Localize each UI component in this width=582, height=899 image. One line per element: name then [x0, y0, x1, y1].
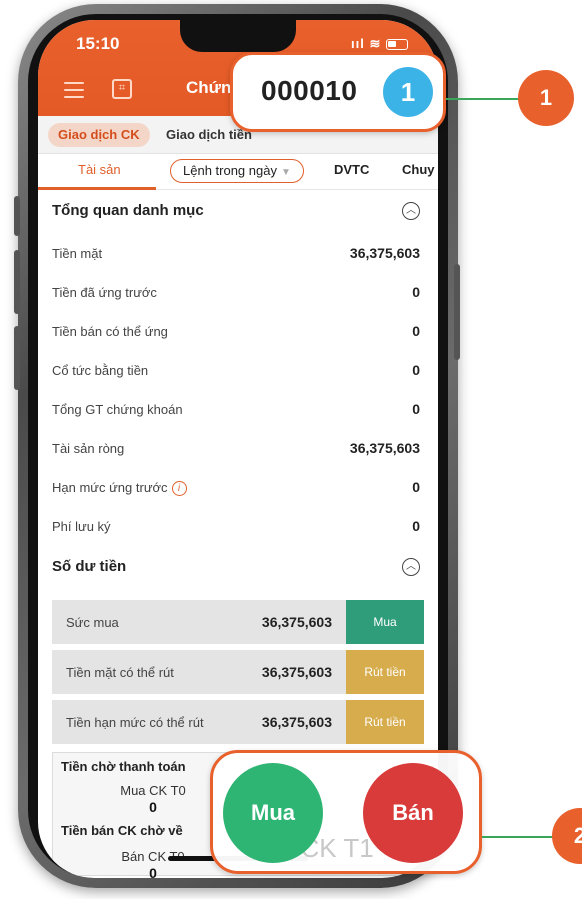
notch [180, 20, 296, 52]
row-label: Cổ tức bằng tiền [52, 363, 149, 378]
row-value: 36,375,603 [349, 245, 420, 261]
cash-row-label: Tiền hạn mức có thể rút [66, 715, 204, 730]
phone-side-button [14, 326, 20, 390]
info-icon[interactable]: i [171, 481, 187, 497]
row-value: 0 [412, 479, 420, 495]
portfolio-row: Hạn mức ứng trước i 0 [52, 468, 424, 507]
portfolio-row: Tài sản ròng 36,375,603 [52, 429, 424, 468]
row-label: Tài sản ròng [52, 441, 125, 456]
portfolio-row: Tiền đã ứng trước 0 [52, 273, 424, 312]
row-value: 0 [412, 401, 420, 417]
phone-side-button [454, 264, 460, 360]
portfolio-title: Tổng quan danh mục [52, 202, 204, 219]
float-sell-button[interactable]: Bán [363, 763, 463, 863]
callout-connector [482, 836, 562, 838]
portfolio-row: Tổng GT chứng khoán 0 [52, 390, 424, 429]
cash-row: Tiền hạn mức có thể rút 36,375,603 Rút t… [52, 700, 424, 744]
portfolio-row: Tiền mặt 36,375,603 [52, 234, 424, 273]
order-count-badge[interactable]: 1 [383, 67, 433, 117]
cash-row: Sức mua 36,375,603 Mua [52, 600, 424, 644]
cash-section-header[interactable]: Số dư tiền ︿ [52, 546, 424, 586]
cash-row-value: 36,375,603 [261, 664, 332, 680]
pending-settlement-title: Tiền chờ thanh toán [61, 759, 186, 774]
row-label: Hạn mức ứng trước i [52, 480, 187, 497]
chevron-up-circle-icon[interactable]: ︿ [402, 558, 420, 576]
menu-icon[interactable] [64, 82, 84, 98]
row-label: Tổng GT chứng khoán [52, 402, 183, 417]
chevron-up-circle-icon[interactable]: ︿ [402, 202, 420, 220]
callout-connector [446, 98, 526, 100]
pending-incoming-value: 0 [149, 865, 157, 878]
row-value: 0 [412, 518, 420, 534]
portfolio-row: Phí lưu ký 0 [52, 507, 424, 546]
cash-row-label: Sức mua [66, 615, 119, 630]
portfolio-section-header[interactable]: Tổng quan danh mục ︿ [52, 190, 424, 230]
pending-incoming-title: Tiền bán CK chờ về [61, 823, 183, 838]
trade-buttons-callout: Bán CK T1 Mua Bán [210, 750, 482, 874]
step-marker-2: 2 [552, 808, 582, 864]
tab-stock-trading[interactable]: Giao dịch CK [48, 123, 150, 147]
tab-assets[interactable]: Tài sản [78, 162, 121, 177]
battery-icon [386, 39, 408, 51]
row-value: 0 [412, 362, 420, 378]
row-label-text: Hạn mức ứng trước [52, 480, 168, 495]
order-code: 000010 [261, 75, 358, 106]
tab-dvtc[interactable]: DVTC [334, 162, 369, 177]
tab-daily-orders-label: Lệnh trong ngày [183, 163, 277, 178]
row-label: Tiền mặt [52, 246, 103, 261]
step-marker-1: 1 [518, 70, 574, 126]
withdraw-limit-button[interactable]: Rút tiền [346, 700, 424, 744]
buy-button[interactable]: Mua [346, 600, 424, 644]
cash-row-value: 36,375,603 [261, 714, 332, 730]
cash-row-label: Tiền mặt có thể rút [66, 665, 174, 680]
row-label: Phí lưu ký [52, 519, 111, 534]
secondary-tabs: Tài sản Lệnh trong ngày ▼ DVTC Chuy [38, 154, 438, 190]
portfolio-row: Tiền bán có thể ứng 0 [52, 312, 424, 351]
pending-settlement-value: 0 [149, 799, 157, 815]
cash-row-value: 36,375,603 [261, 614, 332, 630]
status-icons: ııl ≋ [351, 36, 408, 52]
row-value: 0 [412, 284, 420, 300]
row-value: 36,375,603 [349, 440, 420, 456]
row-label: Tiền đã ứng trước [52, 285, 157, 300]
chevron-down-icon: ▼ [280, 167, 291, 178]
signal-wifi-icon: ııl ≋ [351, 36, 382, 51]
float-buy-button[interactable]: Mua [223, 763, 323, 863]
withdraw-button[interactable]: Rút tiền [346, 650, 424, 694]
cash-title: Số dư tiền [52, 558, 127, 575]
tab-daily-orders[interactable]: Lệnh trong ngày ▼ [170, 159, 304, 183]
status-time: 15:10 [76, 34, 120, 53]
order-count-callout: 000010 1 [230, 52, 446, 132]
row-label: Tiền bán có thể ứng [52, 324, 168, 339]
phone-side-button [14, 196, 20, 236]
qr-scan-icon[interactable]: ⌗ [112, 79, 132, 99]
row-value: 0 [412, 323, 420, 339]
phone-side-button [14, 250, 20, 314]
cash-row: Tiền mặt có thể rút 36,375,603 Rút tiền [52, 650, 424, 694]
portfolio-row: Cổ tức bằng tiền 0 [52, 351, 424, 390]
pending-settlement-label: Mua CK T0 [120, 783, 186, 798]
tab-transfer[interactable]: Chuy [402, 162, 435, 177]
